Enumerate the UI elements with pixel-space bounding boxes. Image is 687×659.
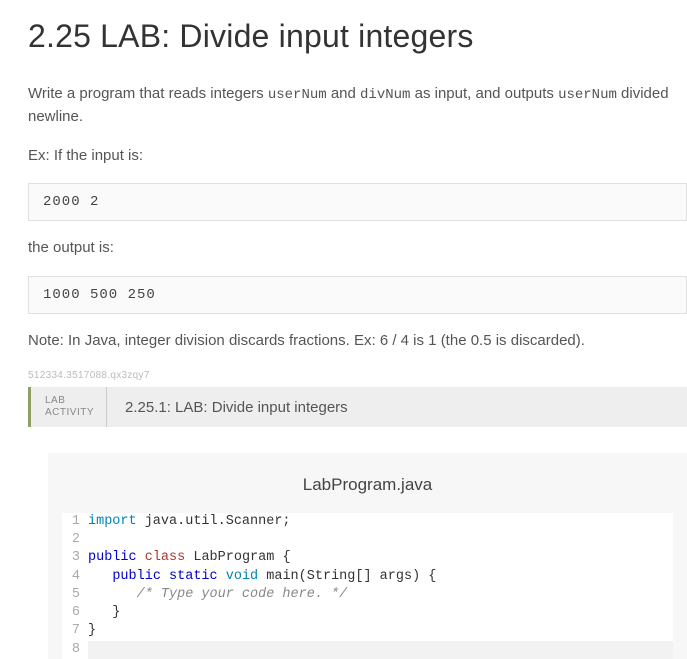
intro-text: and [327, 85, 360, 102]
example-output-block: 1000 500 250 [28, 276, 687, 314]
code-text[interactable]: import java.util.Scanner; [88, 513, 673, 531]
code-text[interactable]: } [88, 604, 673, 622]
activity-header: LAB ACTIVITY 2.25.1: LAB: Divide input i… [28, 387, 687, 427]
line-number: 3 [62, 549, 88, 567]
code-text[interactable] [88, 531, 673, 549]
activity-title: 2.25.1: LAB: Divide input integers [107, 399, 366, 416]
code-text[interactable]: /* Type your code here. */ [88, 586, 673, 604]
code-line[interactable]: 5 /* Type your code here. */ [62, 586, 673, 604]
intro-text: Write a program that reads integers [28, 85, 268, 102]
example-input-label: Ex: If the input is: [28, 145, 687, 168]
code-text[interactable] [88, 641, 673, 659]
code-text[interactable]: public static void main(String[] args) { [88, 568, 673, 586]
example-input-block: 2000 2 [28, 183, 687, 221]
code-editor[interactable]: 1import java.util.Scanner;23public class… [62, 513, 673, 659]
code-editor-panel: LabProgram.java 1import java.util.Scanne… [48, 453, 687, 659]
code-line[interactable]: 6 } [62, 604, 673, 622]
page-title: 2.25 LAB: Divide input integers [28, 18, 687, 55]
intro-code-usernum: userNum [268, 87, 327, 103]
line-number: 6 [62, 604, 88, 622]
line-number: 7 [62, 622, 88, 640]
line-number: 2 [62, 531, 88, 549]
intro-code-usernum-2: userNum [558, 87, 617, 103]
code-line[interactable]: 1import java.util.Scanner; [62, 513, 673, 531]
example-output-label: the output is: [28, 237, 687, 260]
activity-badge-line2: ACTIVITY [45, 407, 94, 419]
intro-code-divnum: divNum [360, 87, 410, 103]
intro-text: as input, and outputs [410, 85, 558, 102]
activity-badge-line1: LAB [45, 395, 94, 407]
code-text[interactable]: public class LabProgram { [88, 549, 673, 567]
code-line[interactable]: 4 public static void main(String[] args)… [62, 568, 673, 586]
activity-badge: LAB ACTIVITY [31, 387, 107, 427]
line-number: 5 [62, 586, 88, 604]
code-line[interactable]: 3public class LabProgram { [62, 549, 673, 567]
filename-tab[interactable]: LabProgram.java [48, 469, 687, 513]
question-id: 512334.3517088.qx3zqy7 [28, 370, 687, 381]
line-number: 1 [62, 513, 88, 531]
line-number: 4 [62, 568, 88, 586]
code-line[interactable]: 8 [62, 641, 673, 659]
code-text[interactable]: } [88, 622, 673, 640]
note-paragraph: Note: In Java, integer division discards… [28, 330, 687, 353]
code-line[interactable]: 2 [62, 531, 673, 549]
intro-paragraph: Write a program that reads integers user… [28, 83, 687, 129]
line-number: 8 [62, 641, 88, 659]
code-line[interactable]: 7} [62, 622, 673, 640]
